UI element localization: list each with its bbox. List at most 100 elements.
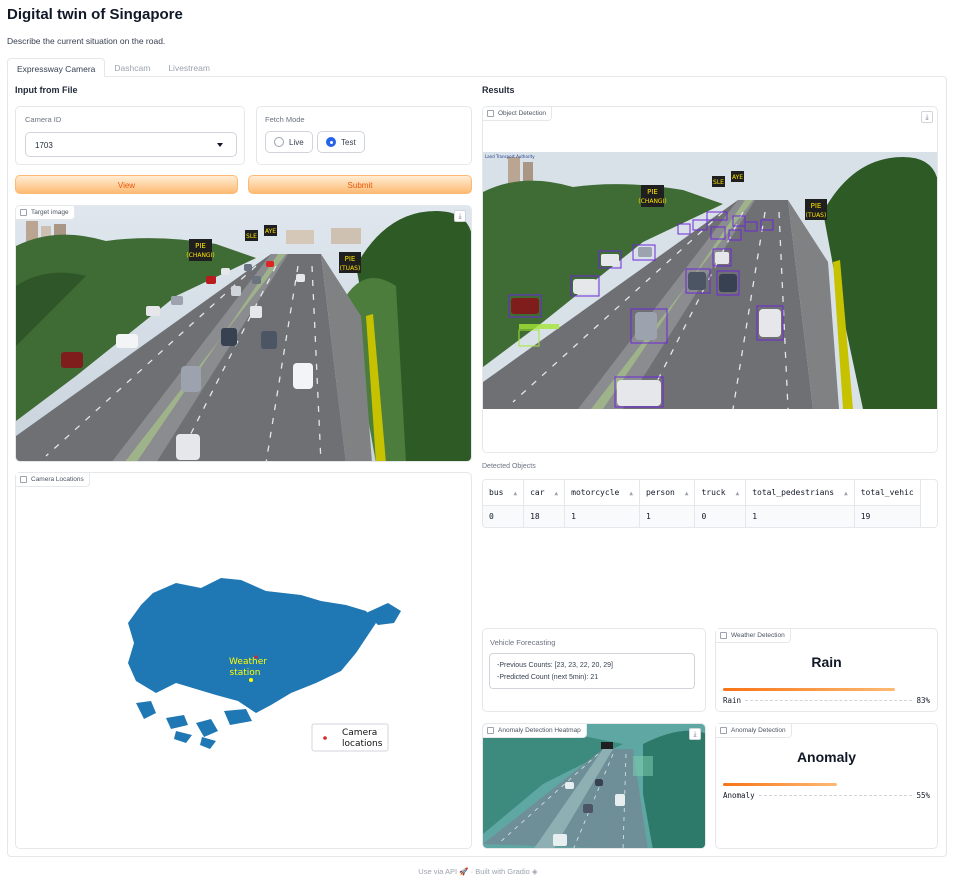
col-motorcycle[interactable]: motorcycle ▲ xyxy=(564,480,640,506)
sort-icon: ▲ xyxy=(629,489,633,497)
camera-id-dropdown[interactable]: 1703 xyxy=(25,132,237,157)
col-person[interactable]: person ▲ xyxy=(639,480,696,506)
radio-test[interactable]: Test xyxy=(317,131,365,153)
sort-icon: ▲ xyxy=(554,489,559,497)
col-total-pedestrians[interactable]: total_pedestrians ▲ xyxy=(745,480,855,506)
weather-confidence-row: Rain 83% xyxy=(723,696,930,705)
view-button[interactable]: View xyxy=(15,175,238,194)
image-icon xyxy=(487,110,494,117)
submit-button[interactable]: Submit xyxy=(248,175,472,194)
singapore-map: Weather station Camera locations xyxy=(128,578,401,752)
map-island-1 xyxy=(136,701,156,719)
sign-pie-tuas-line1: PIE xyxy=(345,255,356,263)
map-island-3 xyxy=(196,719,218,737)
sign-pie-tuas-line2: (TUAS) xyxy=(340,265,361,272)
table-row: 0 18 1 1 0 1 19 xyxy=(483,505,921,527)
footer-separator: · xyxy=(470,867,474,876)
sort-icon: ▲ xyxy=(684,489,689,497)
radio-live-circle xyxy=(274,137,284,147)
use-via-api-link[interactable]: Use via API xyxy=(418,867,457,876)
camera-locations-card: Camera Locations Weather station Camera … xyxy=(15,472,472,849)
weather-confidence-label: Rain xyxy=(723,696,742,705)
tab-expressway-camera[interactable]: Expressway Camera xyxy=(7,58,106,77)
footer: Use via API 🚀 · Built with Gradio ◈ xyxy=(0,867,956,876)
legend-marker xyxy=(323,736,327,740)
download-icon[interactable]: ⤓ xyxy=(921,111,933,123)
cell-car[interactable]: 18 xyxy=(523,505,566,527)
radio-live-label: Live xyxy=(289,138,304,147)
weather-confidence-value: 83% xyxy=(916,696,930,705)
sign-pie-tuas-line1: PIE xyxy=(811,202,822,210)
sort-icon: ▲ xyxy=(844,489,848,497)
vehicle-forecasting-output[interactable]: -Previous Counts: [23, 23, 22, 20, 29] -… xyxy=(489,653,695,689)
label-icon xyxy=(720,727,727,734)
map-island-2 xyxy=(166,715,188,729)
legend-line2: locations xyxy=(342,739,383,749)
radio-test-circle xyxy=(326,137,336,147)
detected-objects-label: Detected Objects xyxy=(482,463,536,470)
label-icon xyxy=(720,632,727,639)
previous-counts: -Previous Counts: [23, 23, 22, 20, 29] xyxy=(497,662,613,669)
tab-livestream[interactable]: Livestream xyxy=(159,58,219,77)
sign-pie-changi-line2: (CHANGI) xyxy=(638,198,666,205)
col-bus[interactable]: bus ▲ xyxy=(483,480,525,506)
cell-person[interactable]: 1 xyxy=(639,505,696,527)
weather-confidence-bar xyxy=(723,688,895,691)
chevron-down-icon xyxy=(217,143,223,147)
map-island-6 xyxy=(200,737,216,749)
anomaly-heatmap-chip: Anomaly Detection Heatmap xyxy=(483,724,587,738)
fetch-mode-label: Fetch Mode xyxy=(265,115,305,124)
weather-result: Rain xyxy=(811,654,842,670)
sign-sle: SLE xyxy=(713,179,724,186)
radio-test-label: Test xyxy=(341,138,356,147)
results-section-title: Results xyxy=(482,85,515,95)
built-with-gradio-link[interactable]: Built with Gradio xyxy=(475,867,530,876)
detected-objects-table: bus ▲ car ▲ motorcycle ▲ person ▲ truck ▲ tot… xyxy=(483,480,921,527)
confidence-dashes xyxy=(745,700,913,701)
target-image-label: Target image xyxy=(31,209,69,216)
cell-bus[interactable]: 0 xyxy=(483,505,525,527)
image-icon xyxy=(20,209,27,216)
chart-icon xyxy=(20,476,27,483)
tab-bar: Expressway Camera Dashcam Livestream xyxy=(7,58,219,77)
weather-detection-chip: Weather Detection xyxy=(716,629,791,643)
cell-total-pedestrians[interactable]: 1 xyxy=(745,505,855,527)
sort-icon: ▲ xyxy=(513,489,518,497)
weather-detection-label: Weather Detection xyxy=(731,632,785,639)
cell-motorcycle[interactable]: 1 xyxy=(564,505,640,527)
sign-sle: SLE xyxy=(246,233,257,240)
anomaly-confidence-row: Anomaly 55% xyxy=(723,791,930,800)
sign-pie-changi-line1: PIE xyxy=(647,188,658,196)
cell-truck[interactable]: 0 xyxy=(694,505,747,527)
vehicle-forecasting-label: Vehicle Forecasting xyxy=(490,638,556,647)
anomaly-confidence-value: 55% xyxy=(916,791,930,800)
download-icon[interactable]: ⤓ xyxy=(454,210,466,222)
col-car[interactable]: car ▲ xyxy=(523,480,566,506)
tab-dashcam[interactable]: Dashcam xyxy=(105,58,159,77)
object-detection-card: Object Detection ⤓ Land Transport Author… xyxy=(482,106,938,453)
camera-id-label: Camera ID xyxy=(25,115,62,124)
target-image-chip: Target image xyxy=(16,206,75,220)
col-truck[interactable]: truck ▲ xyxy=(694,480,747,506)
radio-live[interactable]: Live xyxy=(265,131,313,153)
target-image-card: Target image ⤓ PIE (CHANGI) SLE AYE PIE … xyxy=(15,205,472,462)
sign-pie-changi-line1: PIE xyxy=(195,242,206,250)
confidence-dashes xyxy=(758,795,913,796)
download-icon[interactable]: ⤓ xyxy=(689,728,701,740)
map-mainland xyxy=(128,578,376,713)
predicted-count: -Predicted Count (next 5min): 21 xyxy=(497,674,599,681)
cell-total-vehicles[interactable]: 19 xyxy=(854,505,921,527)
anomaly-confidence-bar xyxy=(723,783,837,786)
gradio-logo-icon: ◈ xyxy=(531,867,538,876)
anomaly-heatmap-label: Anomaly Detection Heatmap xyxy=(498,727,581,734)
page-title: Digital twin of Singapore xyxy=(7,6,183,23)
anomaly-detection-chip: Anomaly Detection xyxy=(716,724,792,738)
anomaly-detection-label: Anomaly Detection xyxy=(731,727,786,734)
weather-station-dot xyxy=(249,678,253,682)
anomaly-detection-card: Anomaly Detection Anomaly Anomaly 55% xyxy=(715,723,938,849)
detected-objects-table-wrap[interactable]: bus ▲ car ▲ motorcycle ▲ person ▲ truck ▲ tot… xyxy=(482,479,938,528)
weather-label-line1: Weather xyxy=(229,657,267,667)
vehicle-forecasting-card: Vehicle Forecasting -Previous Counts: [2… xyxy=(482,628,706,712)
col-total-vehicles[interactable]: total_vehic xyxy=(854,480,921,506)
rocket-icon: 🚀 xyxy=(459,867,469,876)
